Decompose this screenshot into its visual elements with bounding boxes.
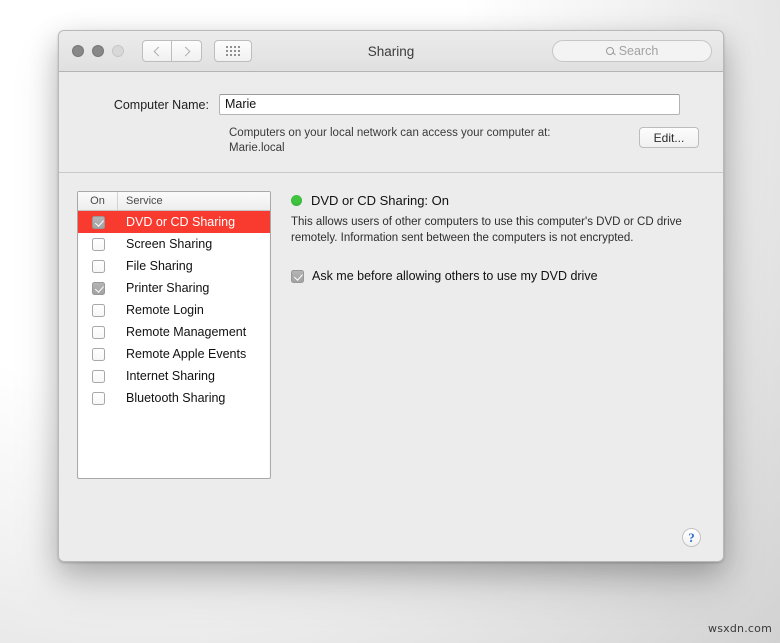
service-list[interactable]: On Service DVD or CD Sharing Screen Shari… xyxy=(77,191,271,479)
computer-name-label: Computer Name: xyxy=(113,97,209,112)
service-row[interactable]: Bluetooth Sharing xyxy=(78,387,270,409)
search-field[interactable]: Search xyxy=(552,40,712,62)
computer-name-hint-row: Computers on your local network can acce… xyxy=(83,126,699,156)
service-checkbox-cell xyxy=(78,391,118,405)
service-checkbox[interactable] xyxy=(91,281,105,295)
service-list-body: DVD or CD Sharing Screen Sharing File Shar… xyxy=(78,211,270,478)
service-status-title: DVD or CD Sharing: On xyxy=(311,193,449,208)
service-status-row: DVD or CD Sharing: On xyxy=(291,193,699,208)
service-checkbox[interactable] xyxy=(91,215,105,229)
search-icon xyxy=(605,47,614,55)
service-checkbox[interactable] xyxy=(91,259,105,273)
service-checkbox[interactable] xyxy=(91,347,105,361)
back-button[interactable] xyxy=(142,40,172,62)
service-name-label: Remote Apple Events xyxy=(126,347,247,361)
status-indicator-dot xyxy=(291,195,302,206)
service-checkbox-cell xyxy=(78,369,118,383)
service-checkbox[interactable] xyxy=(91,303,105,317)
service-name-label: DVD or CD Sharing xyxy=(126,215,236,229)
column-header-on: On xyxy=(78,192,118,210)
grid-dots-icon xyxy=(226,46,240,56)
service-row[interactable]: Remote Management xyxy=(78,321,270,343)
service-row[interactable]: Internet Sharing xyxy=(78,365,270,387)
computer-name-row: Computer Name: Marie xyxy=(83,94,699,115)
hint-line-1: Computers on your local network can acce… xyxy=(229,127,551,139)
service-description: This allows users of other computers to … xyxy=(291,216,682,244)
ask-me-label: Ask me before allowing others to use my … xyxy=(312,269,598,283)
service-checkbox[interactable] xyxy=(91,325,105,339)
service-checkbox[interactable] xyxy=(91,237,105,251)
window-toolbar: Sharing Search xyxy=(59,31,723,72)
service-checkbox-cell xyxy=(78,259,118,273)
traffic-lights xyxy=(72,45,124,57)
minimize-button[interactable] xyxy=(92,45,104,57)
search-placeholder: Search xyxy=(618,44,659,58)
column-header-service: Service xyxy=(126,195,163,207)
ask-me-checkbox[interactable] xyxy=(291,269,304,283)
hint-line-2: Marie.local xyxy=(229,142,285,154)
zoom-button[interactable] xyxy=(112,45,124,57)
service-name-label: Bluetooth Sharing xyxy=(126,391,226,405)
show-all-button[interactable] xyxy=(214,40,252,62)
watermark: wsxdn.com xyxy=(708,622,772,635)
main-content: On Service DVD or CD Sharing Screen Shari… xyxy=(59,173,723,503)
computer-name-input[interactable]: Marie xyxy=(219,94,680,115)
service-name-label: File Sharing xyxy=(126,259,193,273)
service-row[interactable]: Remote Apple Events xyxy=(78,343,270,365)
service-name-label: Internet Sharing xyxy=(126,369,215,383)
chevron-left-icon xyxy=(153,46,163,56)
edit-hostname-button[interactable]: Edit... xyxy=(639,127,699,148)
service-name-label: Remote Management xyxy=(126,325,247,339)
service-row[interactable]: DVD or CD Sharing xyxy=(78,211,270,233)
service-name-label: Screen Sharing xyxy=(126,237,213,251)
local-hostname-hint: Computers on your local network can acce… xyxy=(229,126,639,156)
service-list-header: On Service xyxy=(78,192,270,211)
close-button[interactable] xyxy=(72,45,84,57)
service-row[interactable]: File Sharing xyxy=(78,255,270,277)
navigation-buttons xyxy=(142,40,202,62)
service-row[interactable]: Remote Login xyxy=(78,299,270,321)
forward-button[interactable] xyxy=(172,40,202,62)
service-checkbox-cell xyxy=(78,215,118,229)
service-checkbox-cell xyxy=(78,237,118,251)
sharing-preferences-window: Sharing Search Computer Name: Marie Comp… xyxy=(58,30,724,562)
service-name-label: Printer Sharing xyxy=(126,281,210,295)
service-detail-pane: DVD or CD Sharing: On This allows users … xyxy=(271,191,699,503)
service-checkbox-cell xyxy=(78,281,118,295)
window-footer: ? xyxy=(59,505,723,561)
help-button[interactable]: ? xyxy=(682,528,701,547)
service-checkbox-cell xyxy=(78,347,118,361)
service-checkbox-cell xyxy=(78,303,118,317)
service-checkbox[interactable] xyxy=(91,391,105,405)
service-checkbox[interactable] xyxy=(91,369,105,383)
service-row[interactable]: Printer Sharing xyxy=(78,277,270,299)
service-checkbox-cell xyxy=(78,325,118,339)
computer-name-section: Computer Name: Marie Computers on your l… xyxy=(59,72,723,173)
ask-me-option-row[interactable]: Ask me before allowing others to use my … xyxy=(291,269,699,283)
service-row[interactable]: Screen Sharing xyxy=(78,233,270,255)
chevron-right-icon xyxy=(180,46,191,56)
service-name-label: Remote Login xyxy=(126,303,204,317)
